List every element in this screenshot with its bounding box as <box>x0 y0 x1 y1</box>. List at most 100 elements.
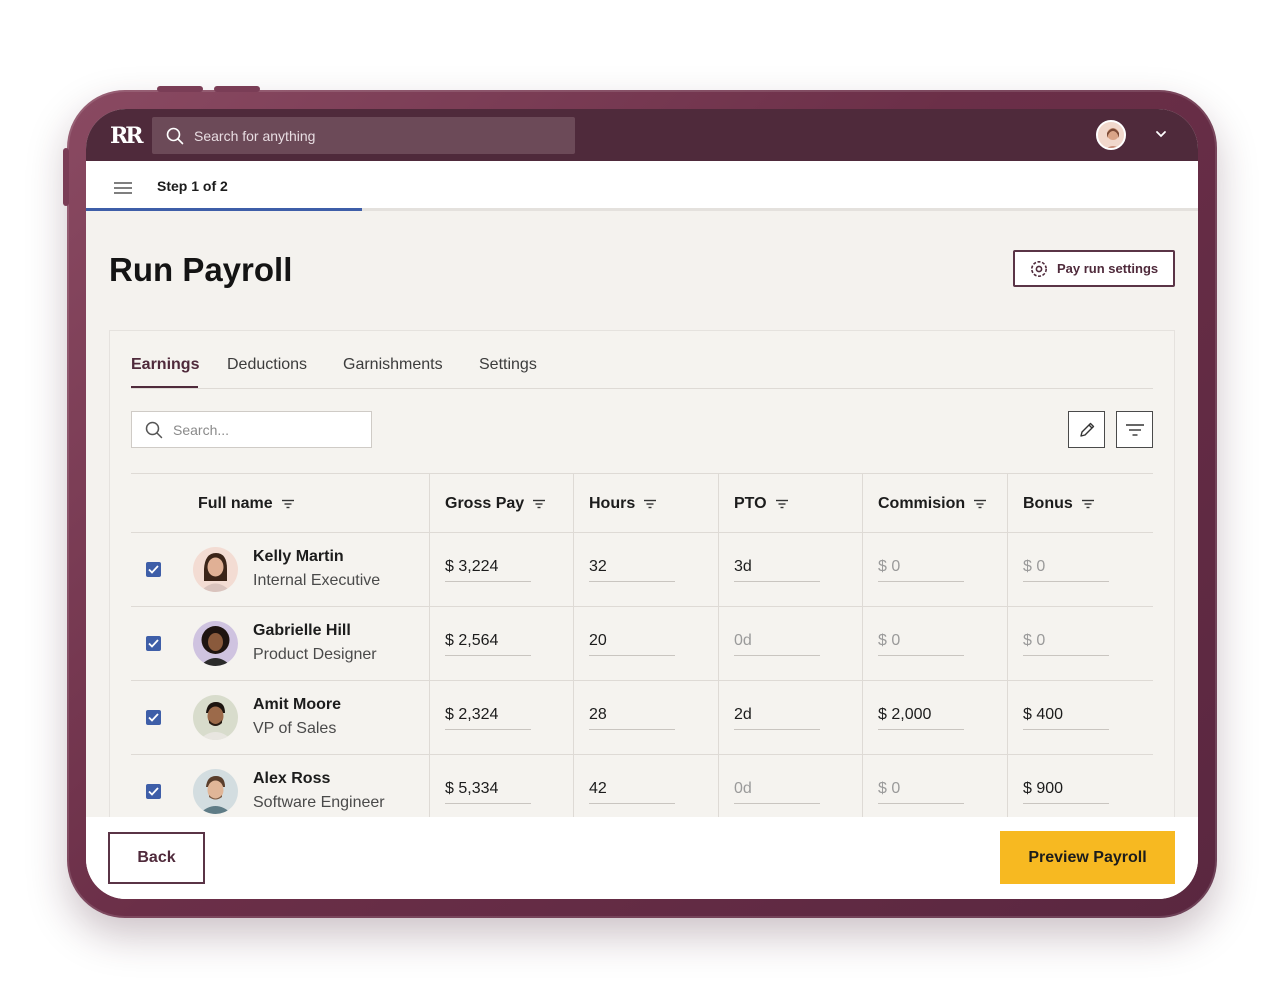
employee-role: VP of Sales <box>253 720 337 737</box>
column-header-hours[interactable]: Hours <box>589 495 657 513</box>
app-logo[interactable]: RR <box>110 123 144 149</box>
tab-earnings[interactable]: Earnings <box>131 356 200 388</box>
gear-icon <box>1031 260 1047 277</box>
column-header-pto[interactable]: PTO <box>734 495 789 513</box>
hours-field[interactable]: 42 <box>589 778 675 804</box>
commission-field[interactable]: $ 0 <box>878 556 964 582</box>
row-checkbox[interactable] <box>146 562 161 577</box>
pto-field[interactable]: 2d <box>734 704 820 730</box>
hours-field[interactable]: 32 <box>589 556 675 582</box>
column-header-bonus[interactable]: Bonus <box>1023 495 1095 513</box>
column-header-label: Hours <box>589 495 636 512</box>
sort-icon <box>281 499 294 509</box>
employee-role: Product Designer <box>253 646 377 663</box>
global-search-input[interactable]: Search for anything <box>152 117 575 154</box>
bonus-field[interactable]: $ 0 <box>1023 630 1109 656</box>
column-header-label: PTO <box>734 495 767 512</box>
commission-field[interactable]: $ 0 <box>878 630 964 656</box>
pto-field[interactable]: 0d <box>734 778 820 804</box>
search-icon <box>166 127 184 144</box>
pto-field[interactable]: 0d <box>734 630 820 656</box>
sort-icon <box>775 499 788 509</box>
check-icon <box>148 565 159 574</box>
column-header-label: Full name <box>198 495 273 512</box>
sort-icon <box>644 499 657 509</box>
table-row: Gabrielle Hill Product Designer $ 2,564 … <box>131 607 1153 681</box>
step-bar: Step 1 of 2 <box>86 161 1198 211</box>
hardware-button <box>157 86 203 92</box>
gross-pay-field[interactable]: $ 3,224 <box>445 556 531 582</box>
tab-deductions[interactable]: Deductions <box>227 356 307 374</box>
menu-icon[interactable] <box>114 181 132 195</box>
edit-button[interactable] <box>1068 411 1105 448</box>
step-progress-bar <box>86 208 362 211</box>
tablet-frame: RR Search for anything Step 1 of 2 Run P… <box>63 86 1217 918</box>
commission-field[interactable]: $ 0 <box>878 778 964 804</box>
hardware-button <box>63 148 69 206</box>
filter-icon <box>1125 423 1144 436</box>
avatar <box>193 547 238 592</box>
active-tab-indicator <box>131 386 198 388</box>
avatar <box>193 695 238 740</box>
commission-field[interactable]: $ 2,000 <box>878 704 964 730</box>
tab-bar: Earnings Deductions Garnishments Setting… <box>131 331 1153 389</box>
app-screen: RR Search for anything Step 1 of 2 Run P… <box>86 109 1198 899</box>
employee-role: Internal Executive <box>253 572 381 589</box>
pto-field[interactable]: 3d <box>734 556 820 582</box>
column-header-label: Commision <box>878 495 966 512</box>
bonus-field[interactable]: $ 900 <box>1023 778 1109 804</box>
employee-name: Alex Ross <box>253 770 331 787</box>
payroll-table: Full name Gross Pay Hours PTO Commision … <box>131 473 1153 853</box>
check-icon <box>148 639 159 648</box>
avatar <box>193 621 238 666</box>
pay-run-settings-button[interactable]: Pay run settings <box>1013 250 1175 287</box>
check-icon <box>148 787 159 796</box>
back-button[interactable]: Back <box>108 832 205 884</box>
page-title: Run Payroll <box>109 251 293 288</box>
table-row: Amit Moore VP of Sales $ 2,324 28 2d $ 2… <box>131 681 1153 755</box>
footer-bar: Back Preview Payroll <box>86 817 1198 899</box>
tab-settings[interactable]: Settings <box>479 356 537 374</box>
employee-name: Amit Moore <box>253 696 341 713</box>
column-header-gross-pay[interactable]: Gross Pay <box>445 495 546 513</box>
employee-name: Gabrielle Hill <box>253 622 351 639</box>
sort-icon <box>974 499 987 509</box>
bonus-field[interactable]: $ 400 <box>1023 704 1109 730</box>
gross-pay-field[interactable]: $ 5,334 <box>445 778 531 804</box>
hours-field[interactable]: 28 <box>589 704 675 730</box>
check-icon <box>148 713 159 722</box>
hours-field[interactable]: 20 <box>589 630 675 656</box>
table-row: Kelly Martin Internal Executive $ 3,224 … <box>131 533 1153 607</box>
column-header-label: Gross Pay <box>445 495 525 512</box>
pay-run-settings-label: Pay run settings <box>1057 261 1159 276</box>
hardware-button <box>214 86 260 92</box>
gross-pay-field[interactable]: $ 2,564 <box>445 630 531 656</box>
chevron-down-icon[interactable] <box>1154 127 1168 141</box>
payroll-card: Earnings Deductions Garnishments Setting… <box>109 330 1175 853</box>
employee-role: Software Engineer <box>253 794 385 811</box>
sort-icon <box>533 499 546 509</box>
column-header-label: Bonus <box>1023 495 1073 512</box>
top-bar: RR Search for anything <box>86 109 1198 161</box>
row-checkbox[interactable] <box>146 636 161 651</box>
sort-icon <box>1081 499 1094 509</box>
row-checkbox[interactable] <box>146 710 161 725</box>
employee-name: Kelly Martin <box>253 548 344 565</box>
pencil-icon <box>1079 422 1094 437</box>
search-icon <box>145 421 163 438</box>
column-header-commission[interactable]: Commision <box>878 495 987 513</box>
bonus-field[interactable]: $ 0 <box>1023 556 1109 582</box>
filter-button[interactable] <box>1116 411 1153 448</box>
row-checkbox[interactable] <box>146 784 161 799</box>
avatar <box>193 769 238 814</box>
gross-pay-field[interactable]: $ 2,324 <box>445 704 531 730</box>
user-avatar[interactable] <box>1096 120 1126 150</box>
table-search-placeholder: Search... <box>173 421 230 438</box>
table-header-row: Full name Gross Pay Hours PTO Commision … <box>131 473 1153 533</box>
tab-garnishments[interactable]: Garnishments <box>343 356 443 374</box>
global-search-placeholder: Search for anything <box>194 127 316 144</box>
table-search-input[interactable]: Search... <box>131 411 372 448</box>
column-header-full-name[interactable]: Full name <box>198 495 295 513</box>
preview-payroll-button[interactable]: Preview Payroll <box>1000 831 1175 884</box>
tab-label: Earnings <box>131 356 200 373</box>
